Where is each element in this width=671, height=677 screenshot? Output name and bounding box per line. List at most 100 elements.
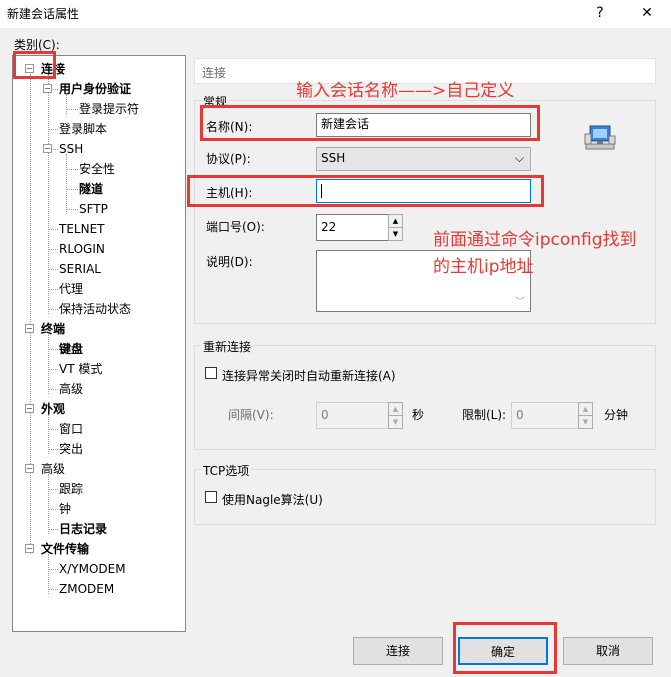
limit-spin-down[interactable]: ▼ — [578, 415, 593, 429]
tree-item[interactable]: 用户身份验证 — [59, 80, 131, 98]
seconds-label: 秒 — [412, 408, 425, 422]
interval-input[interactable]: 0 — [316, 402, 389, 429]
tree-item[interactable]: 跟踪 — [59, 480, 83, 498]
tree-item[interactable]: 代理 — [59, 280, 83, 298]
interval-label: 间隔(V): — [228, 408, 274, 422]
tree-guide-line — [48, 449, 58, 450]
protocol-value: SSH — [321, 151, 346, 165]
tree-guide-line — [48, 309, 58, 310]
tree-guide-line — [48, 349, 58, 350]
limit-spin-up[interactable]: ▲ — [578, 402, 593, 416]
tree-guide-line — [66, 169, 78, 170]
highlight-ok-button — [453, 622, 557, 674]
tree-collapse-icon[interactable]: − — [25, 464, 34, 473]
tree-guide-line — [48, 229, 58, 230]
tree-guide-line — [66, 189, 78, 190]
tree-item[interactable]: 日志记录 — [59, 520, 107, 538]
section-header-text: 连接 — [202, 66, 227, 80]
tree-guide-line — [48, 249, 58, 250]
description-label: 说明(D): — [206, 255, 253, 269]
tree-guide-line — [48, 369, 58, 370]
cancel-button[interactable]: 取消 — [563, 637, 653, 665]
window-title: 新建会话属性 — [7, 7, 80, 21]
tree-guide-line — [48, 129, 58, 130]
interval-spin-down[interactable]: ▼ — [388, 415, 403, 429]
port-spin-down[interactable]: ▼ — [388, 227, 403, 241]
tree-item[interactable]: SERIAL — [59, 260, 101, 278]
tree-guide-line — [30, 74, 31, 554]
tree-guide-line — [48, 489, 58, 490]
port-label: 端口号(O): — [206, 220, 265, 234]
tree-guide-line — [66, 109, 78, 110]
tree-item[interactable]: VT 模式 — [59, 360, 102, 378]
nagle-label: 使用Nagle算法(U) — [222, 493, 323, 507]
highlight-connect-node — [13, 51, 56, 79]
protocol-label: 协议(P): — [206, 152, 251, 166]
port-spin-up[interactable]: ▲ — [388, 214, 403, 228]
tree-item[interactable]: 隧道 — [79, 180, 103, 198]
help-button[interactable]: ? — [587, 2, 613, 24]
minutes-label: 分钟 — [604, 408, 629, 422]
tree-guide-line — [48, 429, 58, 430]
interval-spin-up[interactable]: ▲ — [388, 402, 403, 416]
scroll-down-icon[interactable]: ﹀ — [515, 293, 525, 308]
tcp-group-title: TCP选项 — [201, 462, 252, 479]
annotation-host-hint-1: 前面通过命令ipconfig找到 — [433, 230, 637, 250]
limit-label: 限制(L): — [462, 408, 507, 422]
tree-item[interactable]: TELNET — [59, 220, 105, 238]
close-button[interactable]: ✕ — [634, 2, 660, 24]
tree-guide-line — [48, 289, 58, 290]
tree-guide-line — [66, 209, 78, 210]
chevron-down-icon: ⌵ — [514, 151, 524, 165]
tree-collapse-icon[interactable]: − — [25, 404, 34, 413]
tree-item[interactable]: 终端 — [41, 320, 65, 338]
tree-item[interactable]: RLOGIN — [59, 240, 105, 258]
network-computer-icon — [584, 125, 616, 150]
tree-guide-line — [48, 474, 49, 534]
auto-reconnect-checkbox[interactable] — [205, 367, 217, 379]
tree-item[interactable]: 键盘 — [59, 340, 83, 358]
reconnect-group — [194, 345, 656, 450]
tree-item[interactable]: 登录提示符 — [79, 100, 139, 118]
connect-button[interactable]: 连接 — [353, 637, 443, 665]
tree-item[interactable]: 窗口 — [59, 420, 83, 438]
auto-reconnect-label: 连接异常关闭时自动重新连接(A) — [222, 369, 396, 383]
category-tree[interactable]: − 连接 − 用户身份验证 登录提示符 登录脚本 − SSH 安全性 隧道 SFTP TELNET RL… — [12, 55, 186, 632]
nagle-checkbox[interactable] — [205, 491, 217, 503]
tree-item[interactable]: 外观 — [41, 400, 65, 418]
title-bar: 新建会话属性 ? ✕ — [0, 0, 671, 28]
tree-item[interactable]: 安全性 — [79, 160, 115, 178]
highlight-name-field — [200, 105, 540, 141]
limit-input[interactable]: 0 — [511, 402, 579, 429]
tree-item[interactable]: X/YMODEM — [59, 560, 126, 578]
tree-item[interactable]: 文件传输 — [41, 540, 89, 558]
tree-guide-line — [48, 569, 58, 570]
tree-guide-line — [48, 389, 58, 390]
tree-item[interactable]: 高级 — [59, 380, 83, 398]
tree-guide-line — [48, 414, 49, 454]
tree-item[interactable]: 高级 — [41, 460, 65, 478]
tree-guide-line — [48, 529, 58, 530]
tree-guide-line — [48, 554, 49, 594]
tree-guide-line — [48, 334, 49, 394]
tree-guide-line — [48, 589, 58, 590]
tree-item[interactable]: SFTP — [79, 200, 108, 218]
tree-collapse-icon[interactable]: − — [25, 544, 34, 553]
reconnect-group-title: 重新连接 — [201, 338, 254, 355]
port-input[interactable]: 22 — [316, 214, 389, 241]
tree-collapse-icon[interactable]: − — [43, 144, 52, 153]
tree-item[interactable]: 登录脚本 — [59, 120, 107, 138]
protocol-select[interactable]: SSH ⌵ — [316, 147, 531, 171]
tree-collapse-icon[interactable]: − — [43, 84, 52, 93]
tree-item[interactable]: 突出 — [59, 440, 83, 458]
tree-item[interactable]: 钟 — [59, 500, 71, 518]
tree-guide-line — [66, 154, 67, 214]
tree-collapse-icon[interactable]: − — [25, 324, 34, 333]
tree-guide-line — [48, 269, 58, 270]
tree-item[interactable]: 保持活动状态 — [59, 300, 131, 318]
highlight-host-field — [187, 175, 544, 207]
tree-guide-line — [48, 74, 49, 314]
tree-item[interactable]: ZMODEM — [59, 580, 114, 598]
tree-guide-line — [48, 509, 58, 510]
tree-item[interactable]: SSH — [59, 140, 83, 158]
